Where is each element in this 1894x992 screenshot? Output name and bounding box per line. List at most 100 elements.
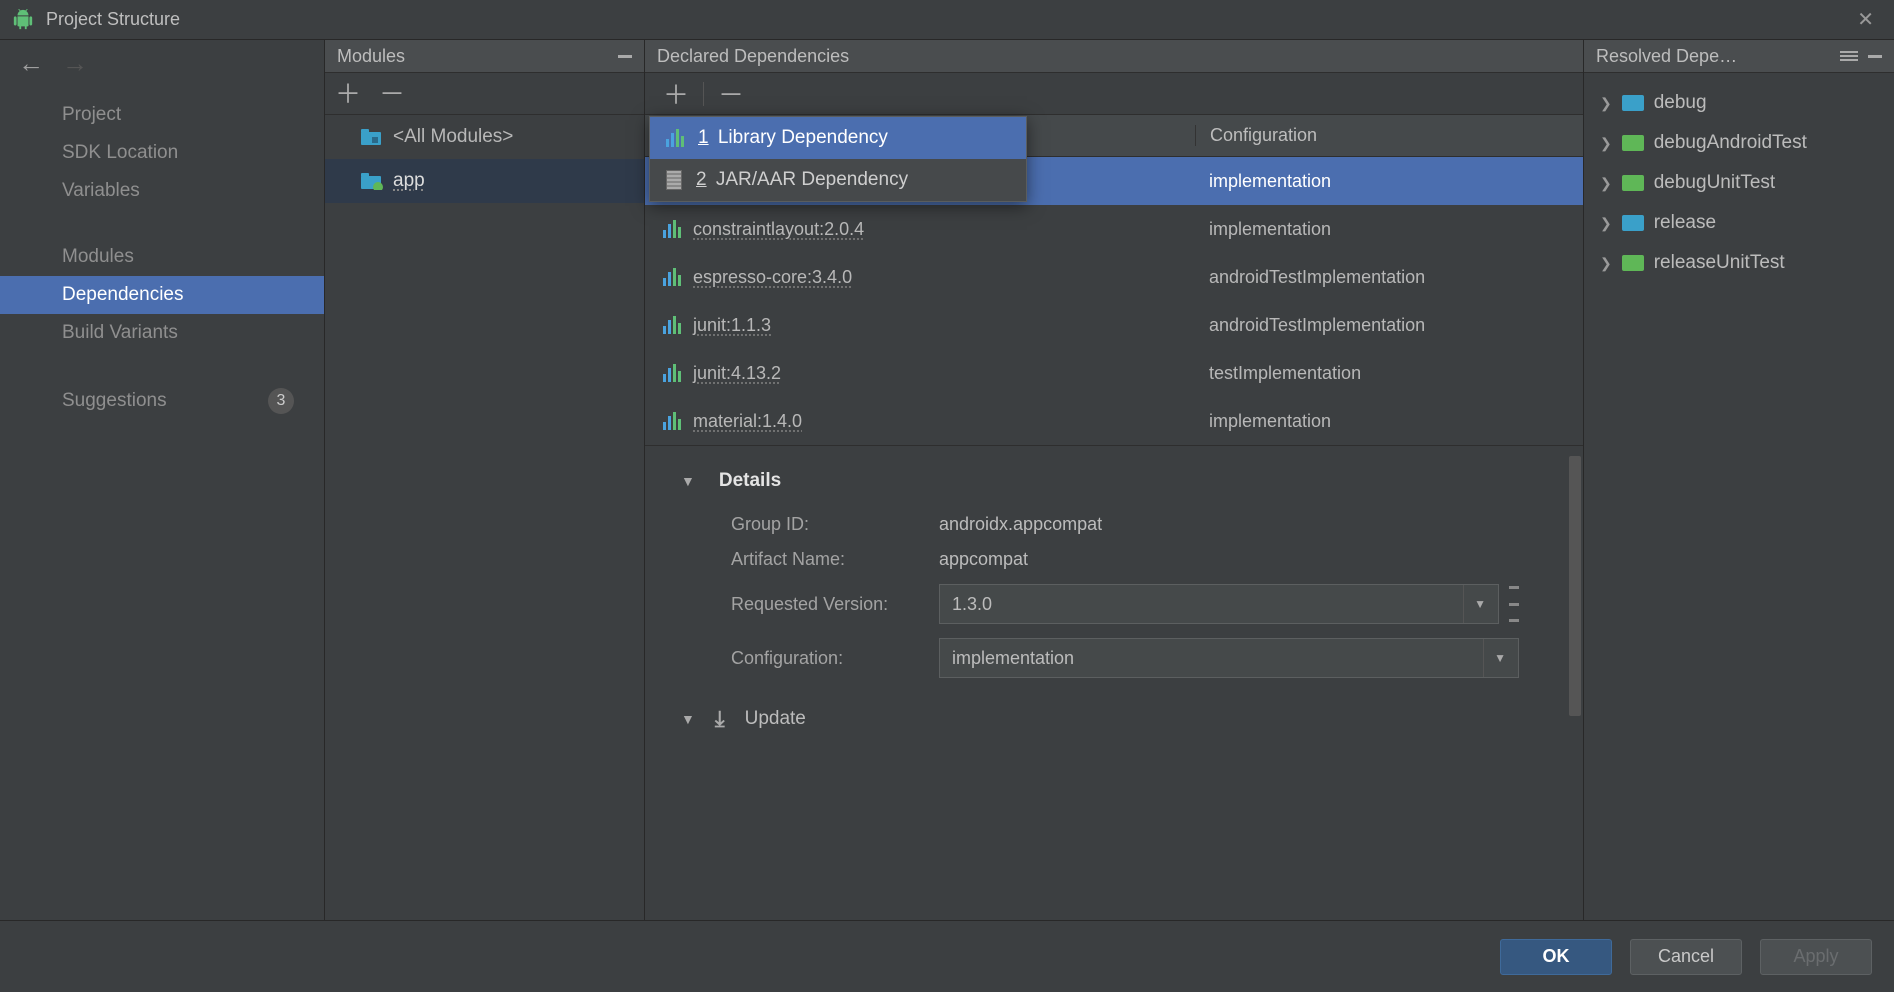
- folder-icon: [1622, 175, 1644, 191]
- back-arrow-icon[interactable]: ←: [18, 48, 44, 79]
- add-module-button[interactable]: ＋: [335, 81, 361, 107]
- details-panel: ▼ Details Group ID: androidx.appcompat A…: [645, 445, 1583, 920]
- forward-arrow-icon[interactable]: →: [62, 48, 88, 79]
- col-configuration: Configuration: [1195, 125, 1583, 146]
- dialog-footer: OK Cancel Apply: [0, 920, 1894, 992]
- nav-build-variants[interactable]: Build Variants: [0, 314, 324, 352]
- apply-label: Apply: [1793, 946, 1838, 967]
- nav-label: Project: [62, 104, 121, 126]
- library-icon: [666, 129, 684, 147]
- nav-modules[interactable]: Modules: [0, 238, 324, 276]
- drag-handle-icon[interactable]: [1509, 586, 1519, 622]
- version-combo[interactable]: 1.3.0 ▼: [939, 584, 1499, 624]
- minimize-icon[interactable]: [1868, 55, 1882, 58]
- dep-name: junit:4.13.2: [693, 363, 781, 384]
- tree-item-debug-android-test[interactable]: ❯ debugAndroidTest: [1590, 123, 1888, 163]
- jar-icon: [666, 170, 682, 190]
- chevron-right-icon: ❯: [1600, 215, 1612, 232]
- library-icon: [663, 220, 681, 238]
- settings-icon[interactable]: [1840, 49, 1858, 63]
- tree-item-debug-unit-test[interactable]: ❯ debugUnitTest: [1590, 163, 1888, 203]
- details-header[interactable]: ▼ Details: [681, 470, 1547, 492]
- configuration-label: Configuration:: [731, 648, 939, 669]
- tree-label: debug: [1654, 92, 1707, 114]
- titlebar: Project Structure ✕: [0, 0, 1894, 40]
- dep-row[interactable]: junit:4.13.2 testImplementation: [645, 349, 1583, 397]
- library-icon: [663, 412, 681, 430]
- nav-dependencies[interactable]: Dependencies: [0, 276, 324, 314]
- update-title: Update: [745, 708, 806, 730]
- library-icon: [663, 316, 681, 334]
- tree-label: release: [1654, 212, 1716, 234]
- nav-label: Modules: [62, 246, 134, 268]
- modules-panel: Modules ＋ － <All Modules> app: [325, 40, 645, 920]
- download-icon: ⤓: [715, 706, 725, 732]
- library-icon: [663, 268, 681, 286]
- dep-row[interactable]: junit:1.1.3 androidTestImplementation: [645, 301, 1583, 349]
- declared-title: Declared Dependencies: [657, 46, 849, 67]
- close-icon[interactable]: ✕: [1849, 3, 1882, 36]
- declared-toolbar: ＋ －: [645, 73, 1583, 115]
- suggestions-badge: 3: [268, 388, 294, 414]
- tree-label: releaseUnitTest: [1654, 252, 1785, 274]
- update-header[interactable]: ▼ ⤓ Update: [681, 706, 1547, 732]
- dep-name: junit:1.1.3: [693, 315, 771, 336]
- dep-row[interactable]: espresso-core:3.4.0 androidTestImplement…: [645, 253, 1583, 301]
- nav-label: Build Variants: [62, 322, 178, 344]
- left-sidebar: ← → Project SDK Location Variables Modul…: [0, 40, 325, 920]
- dep-conf: implementation: [1195, 219, 1583, 240]
- tree-item-debug[interactable]: ❯ debug: [1590, 83, 1888, 123]
- popup-jar-aar-dependency[interactable]: 2 JAR/AAR Dependency: [650, 159, 1026, 201]
- module-all[interactable]: <All Modules>: [325, 115, 644, 159]
- modules-toolbar: ＋ －: [325, 73, 644, 115]
- version-label: Requested Version:: [731, 594, 939, 615]
- chevron-right-icon: ❯: [1600, 95, 1612, 112]
- android-icon: [12, 9, 34, 31]
- remove-module-button[interactable]: －: [379, 81, 405, 107]
- nav-project[interactable]: Project: [0, 96, 324, 134]
- toolbar-separator: [703, 82, 704, 106]
- dep-row[interactable]: constraintlayout:2.0.4 implementation: [645, 205, 1583, 253]
- resolved-header: Resolved Depe…: [1584, 40, 1894, 73]
- ok-label: OK: [1543, 946, 1570, 967]
- configuration-combo[interactable]: implementation ▼: [939, 638, 1519, 678]
- chevron-right-icon: ❯: [1600, 175, 1612, 192]
- popup-num: 2: [696, 169, 707, 190]
- nav-label: Dependencies: [62, 284, 183, 306]
- tree-item-release-unit-test[interactable]: ❯ releaseUnitTest: [1590, 243, 1888, 283]
- artifact-value: appcompat: [939, 549, 1028, 570]
- add-dependency-button[interactable]: ＋: [655, 75, 697, 112]
- ok-button[interactable]: OK: [1500, 939, 1612, 975]
- nav-label: Variables: [62, 180, 140, 202]
- nav-label: SDK Location: [62, 142, 178, 164]
- dep-conf: testImplementation: [1195, 363, 1583, 384]
- dep-row[interactable]: material:1.4.0 implementation: [645, 397, 1583, 445]
- chevron-down-icon: ▼: [1483, 639, 1506, 677]
- minimize-icon[interactable]: [618, 55, 632, 58]
- modules-list: <All Modules> app: [325, 115, 644, 203]
- app-module-icon: [361, 172, 383, 190]
- apply-button[interactable]: Apply: [1760, 939, 1872, 975]
- cancel-button[interactable]: Cancel: [1630, 939, 1742, 975]
- remove-dependency-button[interactable]: －: [710, 75, 752, 112]
- module-app[interactable]: app: [325, 159, 644, 203]
- group-id-value: androidx.appcompat: [939, 514, 1102, 535]
- tree-item-release[interactable]: ❯ release: [1590, 203, 1888, 243]
- dep-name: constraintlayout:2.0.4: [693, 219, 864, 240]
- nav-sdk-location[interactable]: SDK Location: [0, 134, 324, 172]
- nav-history: ← →: [0, 40, 324, 86]
- module-label: app: [393, 170, 425, 192]
- folder-icon: [1622, 255, 1644, 271]
- folder-icon: [1622, 215, 1644, 231]
- chevron-down-icon: ▼: [1463, 585, 1486, 623]
- scrollbar[interactable]: [1569, 456, 1581, 716]
- collapse-icon: ▼: [681, 711, 695, 727]
- module-label: <All Modules>: [393, 126, 513, 148]
- popup-library-dependency[interactable]: 1 Library Dependency: [650, 117, 1026, 159]
- popup-label: Library Dependency: [718, 127, 888, 148]
- nav-variables[interactable]: Variables: [0, 172, 324, 210]
- declared-header: Declared Dependencies: [645, 40, 1583, 73]
- dep-name: espresso-core:3.4.0: [693, 267, 852, 288]
- nav-suggestions[interactable]: Suggestions 3: [0, 380, 324, 422]
- details-title: Details: [719, 470, 781, 492]
